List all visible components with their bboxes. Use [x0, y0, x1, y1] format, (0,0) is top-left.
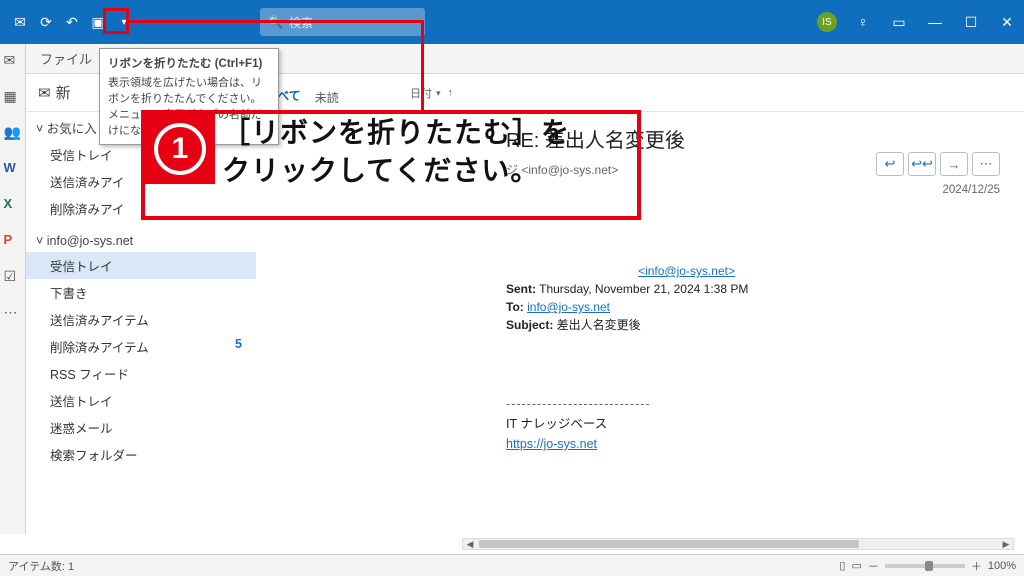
outlook-icon: ✉ [10, 12, 30, 32]
folder-search[interactable]: 検索フォルダー [26, 441, 256, 468]
zoom-in-button[interactable]: ＋ [971, 558, 982, 574]
zoom-value: 100% [988, 560, 1016, 572]
annotation-connector-h [128, 20, 424, 23]
annotation-highlight-qat [103, 8, 129, 34]
folder-rss[interactable]: RSS フィード [26, 360, 256, 387]
zoom-out-button[interactable]: － [868, 558, 879, 574]
hdr-from: From: ITベースナレッジ <info@jo-sys.net> [506, 262, 1000, 280]
mail-rail-icon[interactable]: ✉ [4, 52, 22, 70]
app-left-rail: ✉ ▦ 👥 W X P ☑ ⋯ [0, 44, 26, 534]
powerpoint-rail-icon[interactable]: P [4, 232, 22, 250]
preview-h-scrollbar[interactable]: ◀ ▶ [462, 538, 1014, 550]
chevron-down-icon: ▾ [436, 88, 441, 99]
avatar[interactable]: IS [810, 0, 844, 44]
signature-divider: ---------------------------- [506, 394, 1000, 414]
minimize-button[interactable]: — [918, 0, 952, 44]
ribbon-display-icon[interactable]: ▭ [882, 0, 916, 44]
folder-outbox[interactable]: 送信トレイ [26, 387, 256, 414]
sync-icon[interactable]: ⟳ [36, 12, 56, 32]
scroll-right-icon[interactable]: ▶ [999, 539, 1013, 549]
new-mail-button[interactable]: ✉ 新 [38, 82, 71, 103]
account-header[interactable]: ˅ info@jo-sys.net [26, 230, 256, 252]
status-bar: アイテム数: 1 ▯ ▭ － ＋ 100% [0, 554, 1024, 576]
hdr-to: To: info@jo-sys.net [506, 298, 1000, 316]
scroll-left-icon[interactable]: ◀ [463, 539, 477, 549]
view-normal-icon[interactable]: ▯ [839, 559, 845, 572]
excel-rail-icon[interactable]: X [4, 196, 22, 214]
annotation-instruction-text: ［リボンを折りたたむ］を クリックしてください。 [222, 114, 570, 190]
view-reading-icon[interactable]: ▭ [851, 559, 861, 572]
sort-by-date[interactable]: 日付 ▾ ↑ [410, 74, 453, 112]
word-rail-icon[interactable]: W [4, 160, 22, 178]
mail-icon: ✉ [38, 84, 51, 102]
annotation-connector-v [421, 20, 424, 112]
folder-drafts[interactable]: 下書き [26, 279, 256, 306]
window-controls: IS ♀ ▭ — ☐ ✕ [810, 0, 1024, 44]
preview-date: 2024/12/25 [942, 184, 1000, 196]
annotation-step-badge: 1 [145, 114, 215, 184]
people-rail-icon[interactable]: 👥 [4, 124, 22, 142]
tab-file[interactable]: ファイル [40, 49, 92, 68]
tooltip-title: リボンを折りたたむ (Ctrl+F1) [108, 55, 270, 71]
todo-rail-icon[interactable]: ☑ [4, 268, 22, 286]
scroll-thumb[interactable] [479, 540, 859, 548]
coming-soon-icon[interactable]: ♀ [846, 0, 880, 44]
more-actions-button[interactable]: ⋯ [972, 152, 1000, 176]
folder-junk[interactable]: 迷惑メール [26, 414, 256, 441]
close-button[interactable]: ✕ [990, 0, 1024, 44]
reply-button[interactable]: ↩ [876, 152, 904, 176]
preview-actions: ↩ ↩↩ → ⋯ [876, 152, 1000, 176]
more-rail-icon[interactable]: ⋯ [4, 304, 22, 322]
undo-icon[interactable]: ↶ [62, 12, 82, 32]
signature-name: IT ナレッジベース [506, 414, 1000, 434]
annotation-step-number: 1 [154, 123, 206, 175]
maximize-button[interactable]: ☐ [954, 0, 988, 44]
signature-link[interactable]: https://jo-sys.net [506, 437, 597, 451]
forward-button[interactable]: → [940, 152, 968, 176]
folder-deleted[interactable]: 削除済みアイテム5 [26, 333, 256, 360]
folder-inbox[interactable]: 受信トレイ [26, 252, 256, 279]
avatar-initials: IS [817, 12, 837, 32]
sort-arrow-up-icon: ↑ [448, 87, 454, 99]
filter-unread[interactable]: 未読 [315, 89, 339, 112]
reply-all-button[interactable]: ↩↩ [908, 152, 936, 176]
hdr-sent: Sent: Thursday, November 21, 2024 1:38 P… [506, 280, 1000, 298]
status-item-count: アイテム数: 1 [8, 558, 74, 574]
folder-sent[interactable]: 送信済みアイテム [26, 306, 256, 333]
new-mail-label: 新 [56, 82, 71, 103]
zoom-slider[interactable] [885, 564, 965, 568]
hdr-subject: Subject: 差出人名変更後 [506, 316, 1000, 334]
calendar-rail-icon[interactable]: ▦ [4, 88, 22, 106]
